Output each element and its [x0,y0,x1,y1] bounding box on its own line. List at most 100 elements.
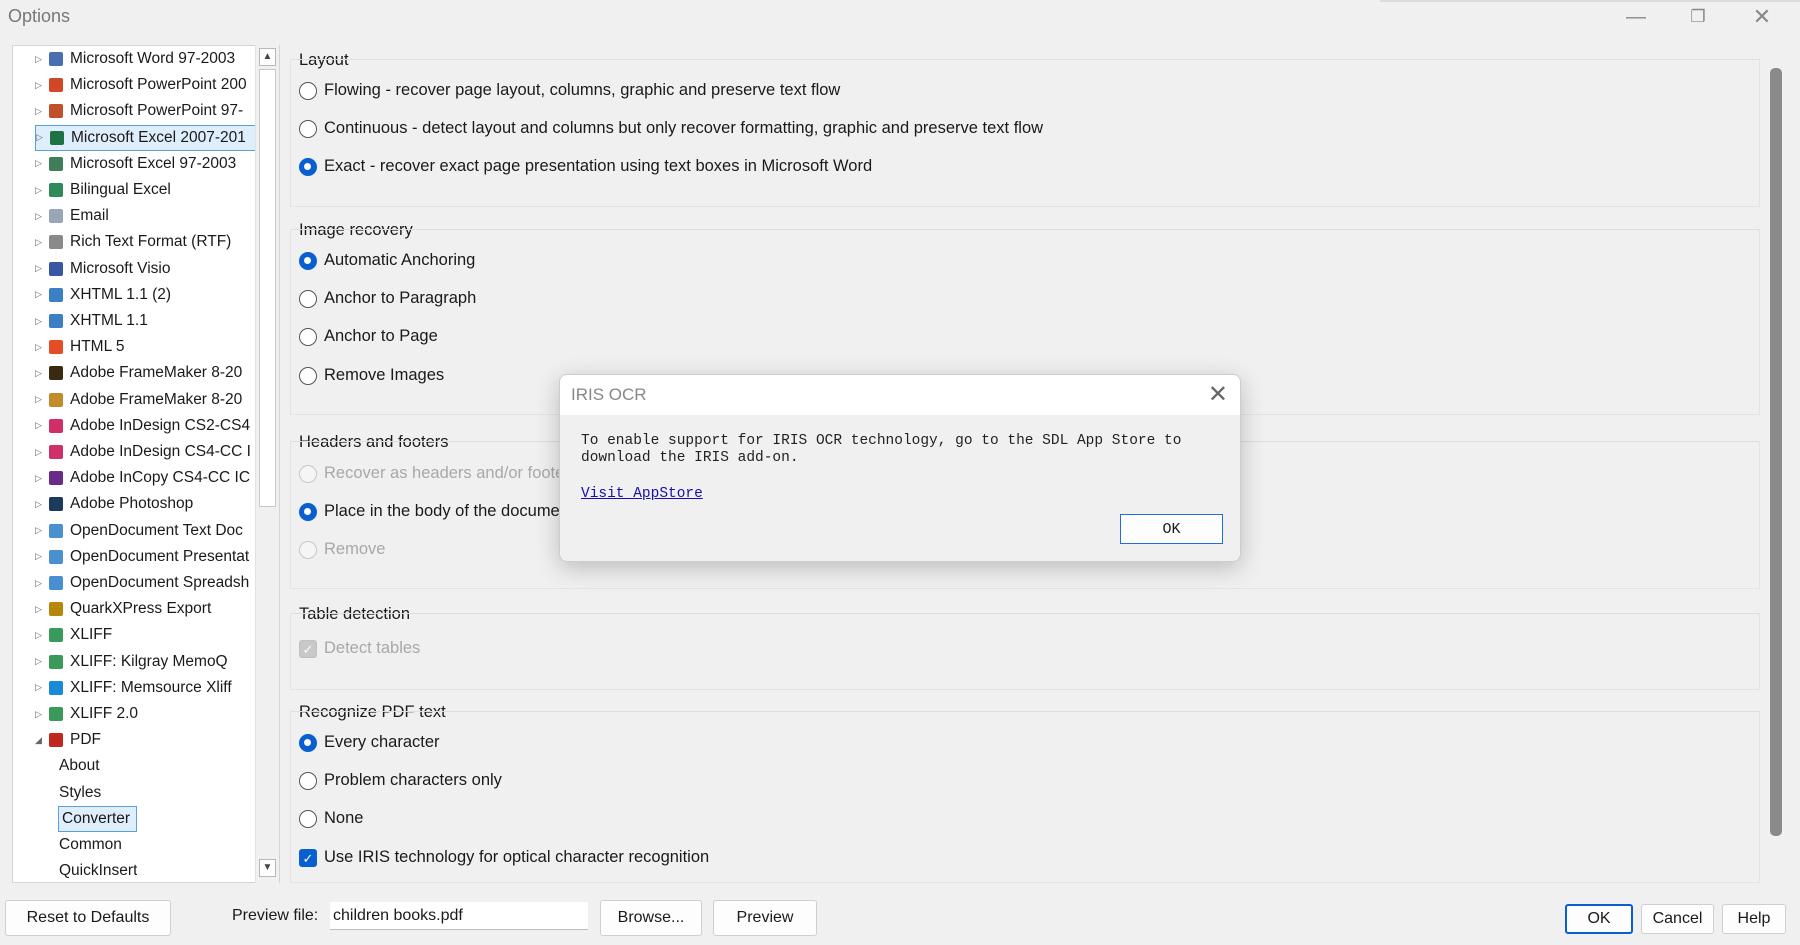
tree-subitem-common[interactable]: Common [59,832,122,858]
cancel-button[interactable]: Cancel [1641,904,1714,934]
tree-item[interactable]: ▷ Bilingual Excel [35,177,263,203]
tree-item[interactable]: ▷ Adobe InCopy CS4-CC IC [35,465,263,491]
tree-item[interactable]: ◢ PDF [35,727,263,753]
browse-button[interactable]: Browse... [600,900,702,936]
headers-radio-1[interactable] [299,502,317,521]
expand-arrow-icon[interactable]: ▷ [35,551,45,562]
tree-item[interactable]: ▷ Adobe InDesign CS2-CS4 [35,413,263,439]
tree-subitem-converter[interactable]: Converter [58,805,137,832]
restore-icon[interactable]: ❐ [1674,2,1722,32]
image-option-page[interactable]: Anchor to Page [299,327,438,346]
scroll-up-arrow-icon[interactable]: ▲ [259,48,276,66]
iris-checkbox[interactable]: ✓ Use IRIS technology for optical charac… [299,848,709,867]
image-radio-2[interactable] [299,327,317,346]
tree-item[interactable]: ▷ HTML 5 [35,334,263,360]
recognize-option-problem[interactable]: Problem characters only [299,771,502,790]
collapse-arrow-icon[interactable]: ◢ [35,735,45,746]
tree-item[interactable]: ▷ QuarkXPress Export [35,596,263,622]
tree-item[interactable]: ▷ OpenDocument Text Doc [35,518,263,544]
layout-radio-0[interactable] [299,81,317,100]
expand-arrow-icon[interactable]: ▷ [35,578,45,589]
tree-item[interactable]: ▷ XLIFF: Kilgray MemoQ [35,649,263,675]
scroll-down-arrow-icon[interactable]: ▼ [259,859,276,877]
expand-arrow-icon[interactable]: ▷ [36,132,46,143]
recognize-radio-1[interactable] [299,771,317,790]
recognize-option-every[interactable]: Every character [299,733,440,752]
tree-item[interactable]: ▷ OpenDocument Presentat [35,544,263,570]
tree-item[interactable]: ▷ XHTML 1.1 (2) [35,282,263,308]
image-option-remove[interactable]: Remove Images [299,366,444,385]
dialog-close-icon[interactable]: ✕ [1208,380,1228,409]
tree-item[interactable]: ▷ Microsoft Excel 97-2003 [35,151,263,177]
tree-scroll-thumb[interactable] [259,69,276,507]
expand-arrow-icon[interactable]: ▷ [35,394,45,405]
minimize-icon[interactable]: — [1612,2,1660,32]
preview-file-input[interactable] [330,902,588,930]
tree-item[interactable]: ▷ XLIFF 2.0 [35,701,263,727]
tree-scrollbar[interactable]: ▲ ▼ [255,45,279,883]
expand-arrow-icon[interactable]: ▷ [35,682,45,693]
expand-arrow-icon[interactable]: ▷ [35,289,45,300]
checkmark-icon[interactable]: ✓ [299,848,317,867]
tree-item[interactable]: ▷ Adobe FrameMaker 8-20 [35,360,263,386]
reset-defaults-button[interactable]: Reset to Defaults [5,900,171,936]
tree-item[interactable]: ▷ Rich Text Format (RTF) [35,229,263,255]
expand-arrow-icon[interactable]: ▷ [35,80,45,91]
layout-option-flowing[interactable]: Flowing - recover page layout, columns, … [299,81,840,100]
tree-item[interactable]: ▷ Adobe InDesign CS4-CC I [35,439,263,465]
expand-arrow-icon[interactable]: ▷ [35,185,45,196]
tree-item[interactable]: ▷ OpenDocument Spreadsh [35,570,263,596]
image-radio-3[interactable] [299,366,317,385]
expand-arrow-icon[interactable]: ▷ [35,525,45,536]
layout-option-exact[interactable]: Exact - recover exact page presentation … [299,157,872,176]
tree-subitem-quickinsert[interactable]: QuickInsert [59,858,137,884]
layout-radio-1[interactable] [299,119,317,138]
image-radio-0[interactable] [299,251,317,270]
expand-arrow-icon[interactable]: ▷ [35,630,45,641]
recognize-radio-2[interactable] [299,809,317,828]
tree-item[interactable]: ▷ Adobe FrameMaker 8-20 [35,387,263,413]
image-radio-1[interactable] [299,289,317,308]
expand-arrow-icon[interactable]: ▷ [35,211,45,222]
expand-arrow-icon[interactable]: ▷ [35,656,45,667]
expand-arrow-icon[interactable]: ▷ [35,499,45,510]
tree-item[interactable]: ▷ Microsoft PowerPoint 97- [35,98,263,124]
tree-item[interactable]: ▷ XLIFF [35,622,263,648]
recognize-option-none[interactable]: None [299,809,363,828]
tree-item[interactable]: ▷ Microsoft Visio [35,256,263,282]
tree-item[interactable]: ▷ Microsoft PowerPoint 200 [35,72,263,98]
expand-arrow-icon[interactable]: ▷ [35,473,45,484]
expand-arrow-icon[interactable]: ▷ [35,263,45,274]
tree-item[interactable]: ▷ XHTML 1.1 [35,308,263,334]
tree-item[interactable]: ▷ Microsoft Excel 2007-201 [35,124,263,151]
tree-item[interactable]: ▷ Email [35,203,263,229]
tree-item[interactable]: ▷ Microsoft Word 97-2003 [35,46,263,72]
recognize-radio-0[interactable] [299,733,317,752]
main-scrollbar[interactable] [1770,68,1782,836]
expand-arrow-icon[interactable]: ▷ [35,316,45,327]
tree-item[interactable]: ▷ XLIFF: Memsource Xliff [35,675,263,701]
ok-button[interactable]: OK [1565,904,1633,934]
help-button[interactable]: Help [1722,904,1786,934]
expand-arrow-icon[interactable]: ▷ [35,237,45,248]
image-option-automatic[interactable]: Automatic Anchoring [299,251,475,270]
layout-option-continuous[interactable]: Continuous - detect layout and columns b… [299,119,1043,138]
close-window-icon[interactable]: ✕ [1738,2,1786,32]
image-option-paragraph[interactable]: Anchor to Paragraph [299,289,476,308]
expand-arrow-icon[interactable]: ▷ [35,342,45,353]
dialog-ok-button[interactable]: OK [1120,514,1223,544]
layout-radio-2[interactable] [299,157,317,176]
tree-item[interactable]: ▷ Adobe Photoshop [35,491,263,517]
expand-arrow-icon[interactable]: ▷ [35,420,45,431]
tree-subitem-styles[interactable]: Styles [59,780,101,806]
tree-subitem-about[interactable]: About [59,753,100,779]
expand-arrow-icon[interactable]: ▷ [35,54,45,65]
options-tree[interactable]: ▷ Microsoft Word 97-2003 ▷ Microsoft PowerP… [12,45,280,883]
expand-arrow-icon[interactable]: ▷ [35,604,45,615]
preview-button[interactable]: Preview [713,900,817,936]
headers-option-body[interactable]: Place in the body of the documen [299,502,569,521]
expand-arrow-icon[interactable]: ▷ [35,106,45,117]
expand-arrow-icon[interactable]: ▷ [35,447,45,458]
visit-appstore-link[interactable]: Visit AppStore [581,486,703,502]
expand-arrow-icon[interactable]: ▷ [35,158,45,169]
